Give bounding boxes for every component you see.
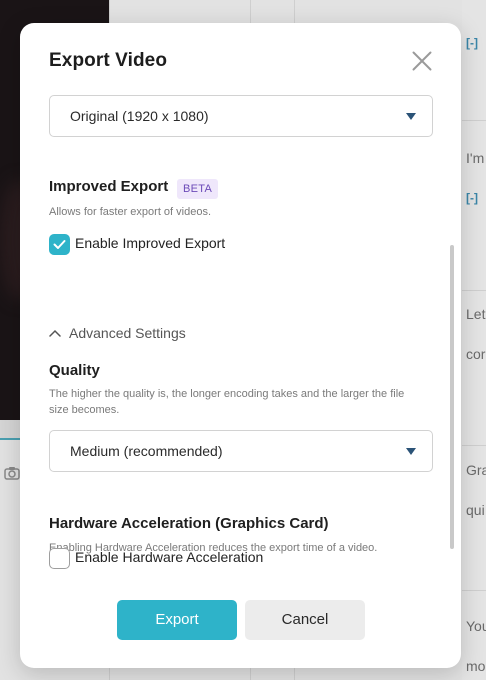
enable-hardware-acceleration-checkbox[interactable]: Enable Hardware Acceleration xyxy=(49,548,289,570)
cancel-button[interactable]: Cancel xyxy=(245,600,365,640)
enable-improved-export-label: Enable Improved Export xyxy=(75,235,226,251)
dialog-scrollbar[interactable] xyxy=(450,245,454,549)
transcript-snippet: cor xyxy=(466,346,486,362)
enable-hardware-acceleration-label: Enable Hardware Acceleration xyxy=(75,549,264,565)
quality-select[interactable]: Medium (recommended) xyxy=(49,430,433,472)
resolution-select-value: Original (1920 x 1080) xyxy=(70,108,209,124)
hardware-acceleration-title: Hardware Acceleration (Graphics Card) xyxy=(49,515,329,532)
collapse-bracket[interactable]: [-] xyxy=(466,36,478,50)
chevron-up-icon xyxy=(49,329,61,337)
enable-improved-export-checkbox[interactable]: Enable Improved Export xyxy=(49,234,269,256)
chevron-down-icon xyxy=(406,448,416,455)
advanced-settings-label: Advanced Settings xyxy=(69,325,186,341)
active-tab-indicator xyxy=(0,438,22,440)
improved-export-title: Improved Export xyxy=(49,178,169,195)
checkbox-checked[interactable] xyxy=(49,234,70,255)
camera-icon xyxy=(4,467,20,480)
quality-title: Quality xyxy=(49,362,100,379)
dialog-title: Export Video xyxy=(49,50,168,71)
transcript-snippet: Gra xyxy=(466,462,486,478)
collapse-bracket[interactable]: [-] xyxy=(466,191,478,205)
export-video-dialog: Export Video Original (1920 x 1080) Impr… xyxy=(20,23,461,668)
quality-description: The higher the quality is, the longer en… xyxy=(49,388,405,416)
checkbox-unchecked[interactable] xyxy=(49,548,70,569)
close-icon[interactable] xyxy=(411,50,433,72)
export-button[interactable]: Export xyxy=(117,600,237,640)
transcript-snippet: qui xyxy=(466,502,485,518)
quality-select-value: Medium (recommended) xyxy=(70,443,223,459)
beta-badge: BETA xyxy=(177,179,219,199)
chevron-down-icon xyxy=(406,113,416,120)
improved-export-description: Allows for faster export of videos. xyxy=(49,206,212,218)
transcript-snippet: Let xyxy=(466,306,486,322)
advanced-settings-toggle[interactable]: Advanced Settings xyxy=(49,325,209,343)
transcript-snippet: You xyxy=(466,618,486,634)
transcript-snippet: mo xyxy=(466,658,486,674)
check-icon xyxy=(53,240,66,249)
dialog-scroll-area[interactable]: Original (1920 x 1080) Improved Export B… xyxy=(20,95,461,575)
resolution-select[interactable]: Original (1920 x 1080) xyxy=(49,95,433,137)
transcript-panel xyxy=(462,0,486,680)
transcript-snippet: I'm xyxy=(466,150,485,166)
